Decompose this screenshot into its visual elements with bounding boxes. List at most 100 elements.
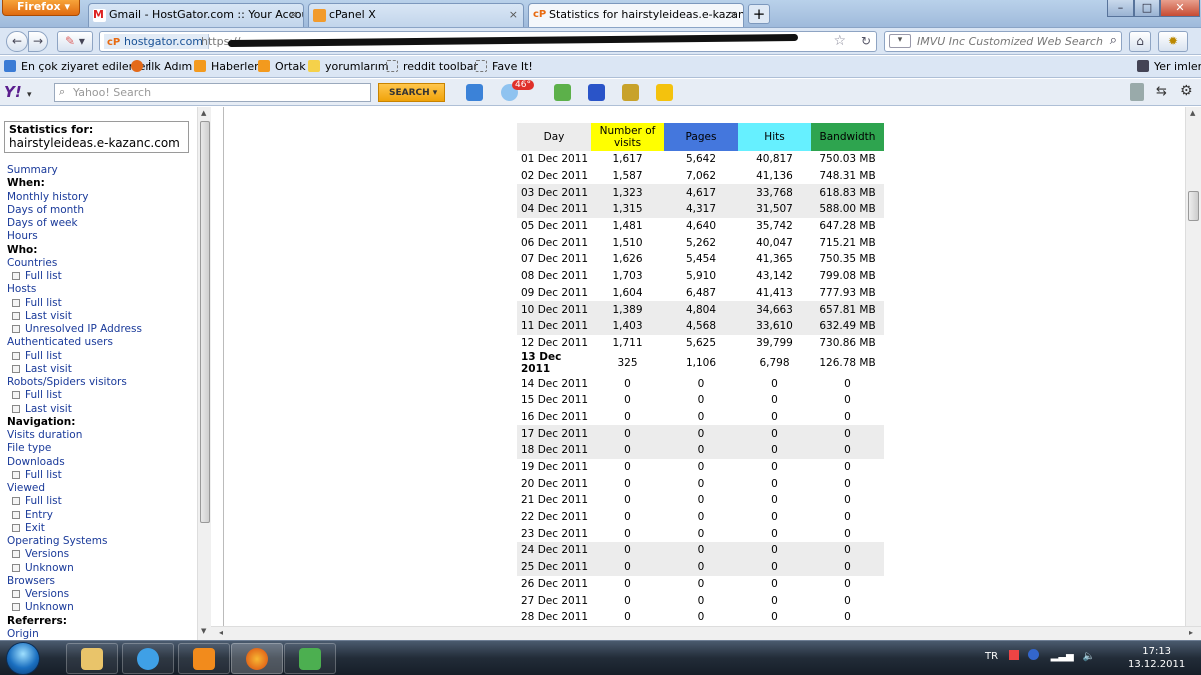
page-scroll-thumb[interactable] — [1188, 191, 1199, 221]
menu-link[interactable]: Visits duration — [7, 429, 142, 442]
menu-sublink[interactable]: Exit — [7, 522, 142, 535]
menu-link[interactable]: Viewed — [7, 482, 142, 495]
menu-link[interactable]: Operating Systems — [7, 535, 142, 548]
menu-sublink[interactable]: Full list — [7, 350, 142, 363]
menu-link[interactable]: File type — [7, 442, 142, 455]
menu-sublink[interactable]: Full list — [7, 389, 142, 402]
settings-gear-icon[interactable]: ⚙ — [1180, 83, 1193, 99]
menu-link[interactable]: Robots/Spiders visitors — [7, 376, 142, 389]
menu-link[interactable]: Summary — [7, 164, 142, 177]
edit-tool-button[interactable]: ✎ ▾ — [57, 31, 93, 52]
menu-link[interactable]: Origin — [7, 628, 142, 640]
menu-link[interactable]: Monthly history — [7, 191, 142, 204]
taskbar-firefox[interactable] — [231, 643, 283, 674]
bookmarks-menu[interactable]: Yer imleri — [1137, 60, 1201, 73]
menu-sublink[interactable]: Unresolved IP Address — [7, 323, 142, 336]
bookmark-haberler[interactable]: Haberler — [194, 60, 259, 73]
tab-statistics[interactable]: cP Statistics for hairstyleideas.e-kazan… — [528, 3, 744, 27]
bookmark-star-icon[interactable]: ☆ — [833, 33, 846, 49]
bookmark-ortak[interactable]: Ortak — [258, 60, 306, 73]
start-button[interactable] — [6, 642, 40, 675]
menu-link[interactable]: Authenticated users — [7, 336, 142, 349]
menu-sublink[interactable]: Unknown — [7, 601, 142, 614]
sidebar-scrollbar[interactable]: ▲ ▼ — [197, 107, 211, 640]
menu-link[interactable]: Hosts — [7, 283, 142, 296]
menu-sublink[interactable]: Full list — [7, 495, 142, 508]
yahoo-search-button[interactable]: SEARCH ▾ — [378, 83, 445, 102]
menu-sublink[interactable]: Full list — [7, 469, 142, 482]
scroll-left-arrow-icon[interactable]: ◂ — [219, 628, 223, 637]
menu-sublink[interactable]: Full list — [7, 297, 142, 310]
tab-gmail[interactable]: M Gmail - HostGator.com :: Your Accou...… — [88, 3, 304, 27]
web-search-input[interactable]: ▾ IMVU Inc Customized Web Search ⌕ — [884, 31, 1122, 52]
yahoo-search-input[interactable]: ⌕ Yahoo! Search — [54, 83, 371, 102]
menu-sublink[interactable]: Versions — [7, 548, 142, 561]
gmail-icon: M — [93, 9, 106, 22]
menu-link[interactable]: Downloads — [7, 456, 142, 469]
address-bar[interactable]: cP hostgator.com https:// ☆ ↻ — [99, 31, 877, 52]
page-scrollbar[interactable]: ▲ — [1185, 107, 1201, 626]
bookmark-fave-it[interactable]: Fave It! — [475, 60, 533, 73]
search-engine-icon[interactable]: ▾ — [889, 34, 911, 48]
maximize-button[interactable]: □ — [1134, 0, 1160, 17]
reload-icon[interactable]: ↻ — [861, 34, 871, 48]
taskbar-messenger[interactable] — [284, 643, 336, 674]
tab-close-icon[interactable]: × — [289, 8, 298, 21]
system-clock[interactable]: 17:13 13.12.2011 — [1128, 645, 1185, 671]
menu-sublink[interactable]: Last visit — [7, 363, 142, 376]
flickr-icon[interactable] — [588, 84, 605, 101]
help-icon[interactable] — [1028, 649, 1040, 660]
horizontal-scrollbar[interactable]: ◂ ▸ — [211, 626, 1201, 640]
menu-sublink[interactable]: Versions — [7, 588, 142, 601]
mail-icon[interactable] — [466, 84, 483, 101]
games-icon[interactable] — [622, 84, 639, 101]
volume-icon[interactable]: 🔈 — [1083, 651, 1095, 662]
bookmark-reddit-toolbar[interactable]: reddit toolbar — [386, 60, 478, 73]
swap-icon[interactable]: ⇆ — [1156, 84, 1167, 99]
cell-pages: 0 — [697, 577, 705, 590]
network-icon[interactable]: ▂▃▅ — [1051, 651, 1074, 662]
scroll-right-arrow-icon[interactable]: ▸ — [1189, 628, 1193, 637]
menu-link[interactable]: Countries — [7, 257, 142, 270]
new-tab-button[interactable]: + — [748, 4, 770, 24]
taskbar-explorer[interactable] — [66, 643, 118, 674]
menu-sublink[interactable]: Unknown — [7, 562, 142, 575]
scroll-down-arrow-icon[interactable]: ▼ — [201, 627, 206, 635]
minimize-button[interactable]: – — [1107, 0, 1134, 17]
scroll-up-arrow-icon[interactable]: ▲ — [201, 109, 206, 117]
search-icon[interactable]: ⌕ — [1110, 33, 1117, 48]
menu-sublink[interactable]: Entry — [7, 509, 142, 522]
table-row: 26 Dec 2011 0 0 0 0 — [517, 576, 884, 593]
tab-cpanel[interactable]: cPanel X × — [308, 3, 524, 27]
bookmark-yorumlarim[interactable]: yorumlarım — [308, 60, 389, 73]
menu-link[interactable]: Days of month — [7, 204, 142, 217]
frame-separator[interactable] — [211, 107, 224, 640]
site-identity[interactable]: cP hostgator.com — [104, 34, 210, 49]
ebay-icon[interactable] — [656, 84, 673, 101]
bookmark-ilk-adim[interactable]: İlk Adım — [131, 60, 192, 73]
back-button[interactable]: ← — [6, 31, 28, 52]
menu-sublink[interactable]: Last visit — [7, 310, 142, 323]
finance-icon[interactable] — [554, 84, 571, 101]
addon-button[interactable]: ✹ — [1158, 31, 1188, 52]
taskbar-media-player[interactable] — [178, 643, 230, 674]
language-indicator[interactable]: TR — [985, 651, 998, 662]
home-button[interactable]: ⌂ — [1129, 31, 1151, 52]
bookmark-most-visited[interactable]: En çok ziyaret edilenler — [4, 60, 150, 73]
scroll-up-arrow-icon[interactable]: ▲ — [1190, 109, 1195, 117]
close-window-button[interactable]: ✕ — [1160, 0, 1200, 17]
forward-button[interactable]: → — [28, 31, 48, 52]
firefox-menu-button[interactable]: Firefox ▾ — [2, 0, 80, 16]
menu-link[interactable]: Days of week — [7, 217, 142, 230]
menu-sublink[interactable]: Last visit — [7, 403, 142, 416]
sidebar-scroll-thumb[interactable] — [200, 121, 210, 523]
menu-link[interactable]: Browsers — [7, 575, 142, 588]
tab-close-icon[interactable]: × — [729, 8, 738, 21]
menu-link[interactable]: Hours — [7, 230, 142, 243]
taskbar-internet-explorer[interactable] — [122, 643, 174, 674]
flag-icon[interactable] — [1009, 650, 1020, 660]
toolbar-menu-icon[interactable] — [1130, 83, 1144, 101]
menu-sublink[interactable]: Full list — [7, 270, 142, 283]
tab-close-icon[interactable]: × — [509, 8, 518, 21]
yahoo-logo-icon[interactable]: Y! ▾ — [4, 83, 36, 101]
